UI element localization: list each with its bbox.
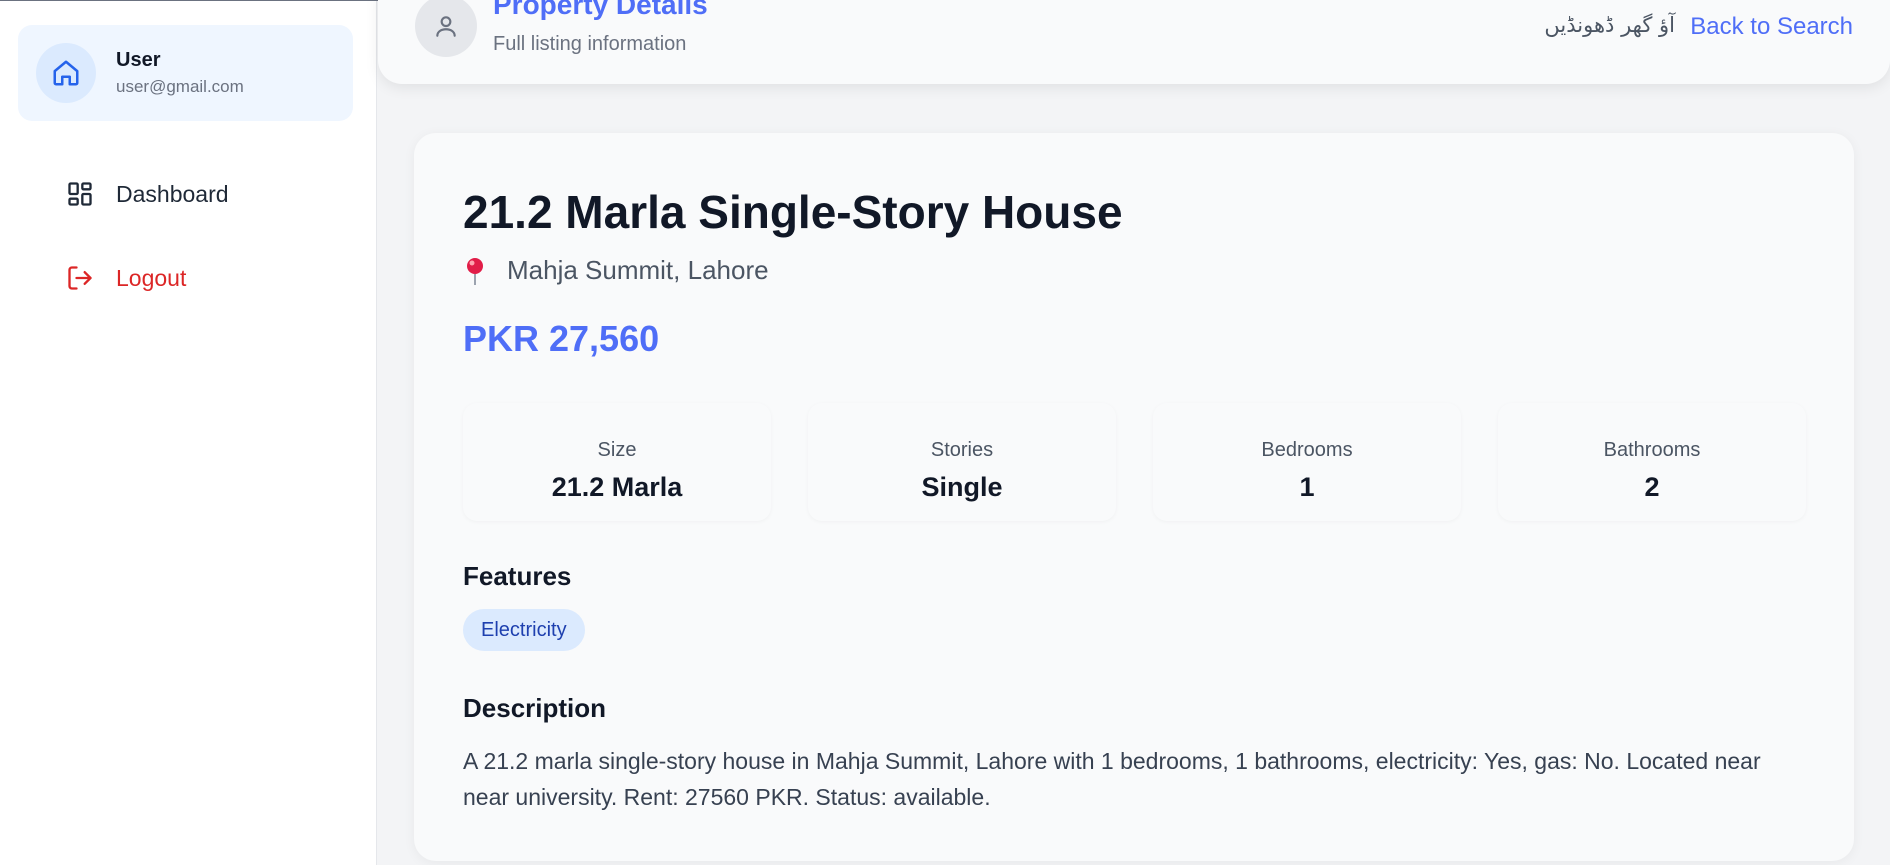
user-info: User user@gmail.com — [116, 49, 244, 97]
stat-label: Bathrooms — [1603, 439, 1701, 461]
property-description: A 21.2 marla single-story house in Mahja… — [463, 748, 1761, 810]
stat-bathrooms: Bathrooms 2 — [1498, 403, 1806, 521]
sidebar-item-logout[interactable]: Logout — [66, 264, 186, 292]
app-frame: User user@gmail.com Dashboard Logout Pro… — [0, 0, 1890, 865]
stat-stories: Stories Single — [808, 403, 1116, 521]
features-heading: Features — [463, 561, 572, 591]
sidebar-item-label: Dashboard — [116, 180, 229, 207]
sidebar-item-label: Logout — [116, 264, 187, 291]
stat-bedrooms: Bedrooms 1 — [1153, 403, 1461, 521]
brand-tagline: آؤ گھر ڈھونڈیں — [1544, 13, 1675, 37]
property-stats: Size 21.2 Marla Stories Single Bedrooms … — [463, 403, 1807, 521]
user-name: User — [116, 49, 161, 71]
user-icon — [436, 16, 456, 37]
feature-chip: Electricity — [463, 609, 585, 651]
user-profile-card[interactable]: User user@gmail.com — [18, 25, 353, 121]
stat-value: 1 — [1299, 472, 1315, 502]
logout-icon — [66, 264, 94, 292]
property-price: PKR 27,560 — [463, 318, 660, 359]
stat-label: Bedrooms — [1261, 439, 1353, 461]
property-location: Mahja Summit, Lahore — [463, 255, 769, 286]
dashboard-grid-icon — [66, 180, 94, 208]
sidebar: User user@gmail.com Dashboard Logout — [0, 1, 377, 865]
avatar — [36, 43, 96, 103]
property-title: 21.2 Marla Single-Story House — [463, 186, 1123, 238]
back-to-search-link[interactable]: Back to Search — [1690, 13, 1853, 41]
property-detail-card: 21.2 Marla Single-Story House Mahja Summ… — [414, 133, 1854, 861]
stat-value: 21.2 Marla — [551, 472, 683, 502]
location-text: Mahja Summit, Lahore — [507, 255, 769, 285]
header-avatar — [415, 0, 477, 57]
home-icon — [53, 60, 79, 86]
user-email: user@gmail.com — [116, 77, 244, 96]
stat-label: Stories — [930, 439, 994, 461]
page-title: Property Details — [493, 0, 708, 20]
stat-value: 2 — [1644, 472, 1660, 502]
page-header: Property Details Full listing informatio… — [378, 0, 1890, 84]
page-subtitle: Full listing information — [493, 33, 687, 55]
stat-label: Size — [597, 439, 637, 461]
stat-value: Single — [921, 472, 1003, 502]
map-pin-icon — [467, 257, 483, 285]
description-heading: Description — [463, 693, 607, 723]
stat-size: Size 21.2 Marla — [463, 403, 771, 521]
sidebar-item-dashboard[interactable]: Dashboard — [66, 180, 229, 208]
